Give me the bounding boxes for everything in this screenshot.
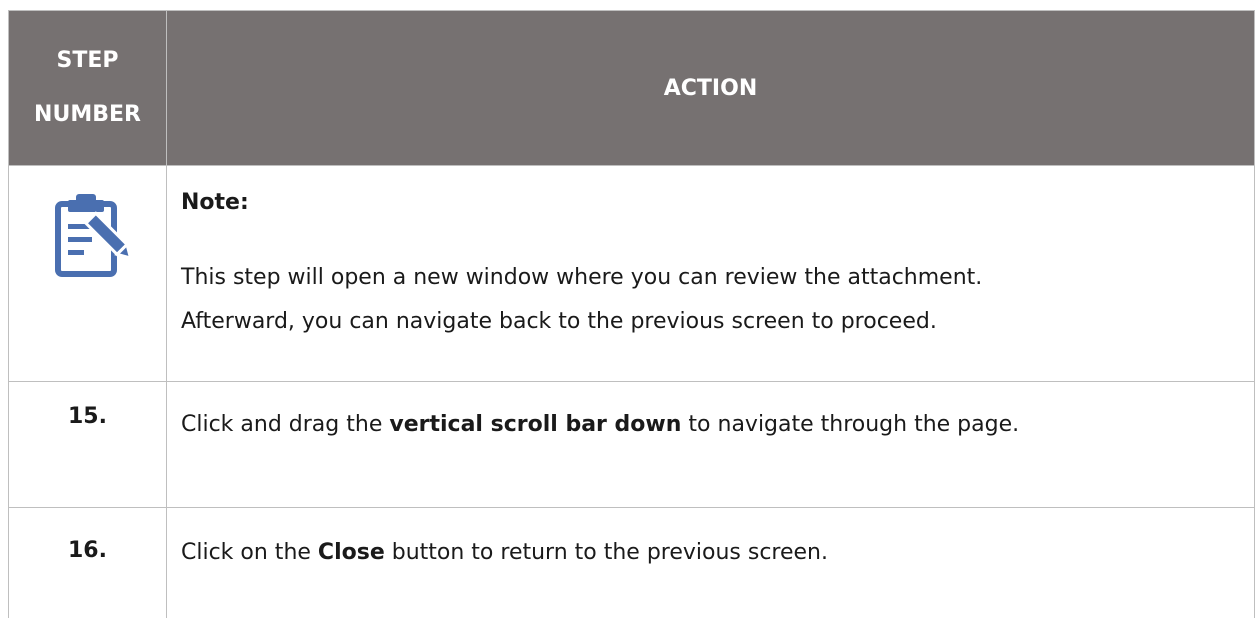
table-row: 15. Click and drag the vertical scroll b… <box>8 381 1255 508</box>
table-header-row: STEP NUMBER ACTION <box>8 10 1255 166</box>
step-number: 15. <box>68 404 107 429</box>
note-icon-cell <box>8 165 167 382</box>
step-number-header-line1: STEP <box>56 48 119 73</box>
step-action-text: Click and drag the vertical scroll bar d… <box>181 410 1254 440</box>
instruction-table: STEP NUMBER ACTION Note: This step will … <box>8 10 1255 618</box>
step-text-after: button to return to the previous screen. <box>384 540 828 565</box>
step-number-cell: 15. <box>8 381 167 508</box>
step-action-cell: Click on the Close button to return to t… <box>166 507 1255 618</box>
note-content-cell: Note: This step will open a new window w… <box>166 165 1255 382</box>
step-action-text: Click on the Close button to return to t… <box>181 538 1254 568</box>
step-text-bold: vertical scroll bar down <box>389 412 682 437</box>
step-number: 16. <box>68 538 107 563</box>
step-text-bold: Close <box>317 540 385 565</box>
action-header: ACTION <box>166 10 1255 166</box>
note-row: Note: This step will open a new window w… <box>8 165 1255 382</box>
step-number-cell: 16. <box>8 507 167 618</box>
step-action-cell: Click and drag the vertical scroll bar d… <box>166 381 1255 508</box>
step-number-header-line2: NUMBER <box>34 102 141 127</box>
step-number-header: STEP NUMBER <box>8 10 167 166</box>
step-text-after: to navigate through the page. <box>681 412 1020 437</box>
clipboard-edit-icon <box>38 190 138 280</box>
step-text-before: Click and drag the <box>181 412 390 437</box>
table-row: 16. Click on the Close button to return … <box>8 507 1255 618</box>
note-line-1: This step will open a new window where y… <box>181 265 983 290</box>
step-text-before: Click on the <box>181 540 318 565</box>
note-title: Note: <box>181 190 249 215</box>
note-line-2: Afterward, you can navigate back to the … <box>181 309 937 334</box>
